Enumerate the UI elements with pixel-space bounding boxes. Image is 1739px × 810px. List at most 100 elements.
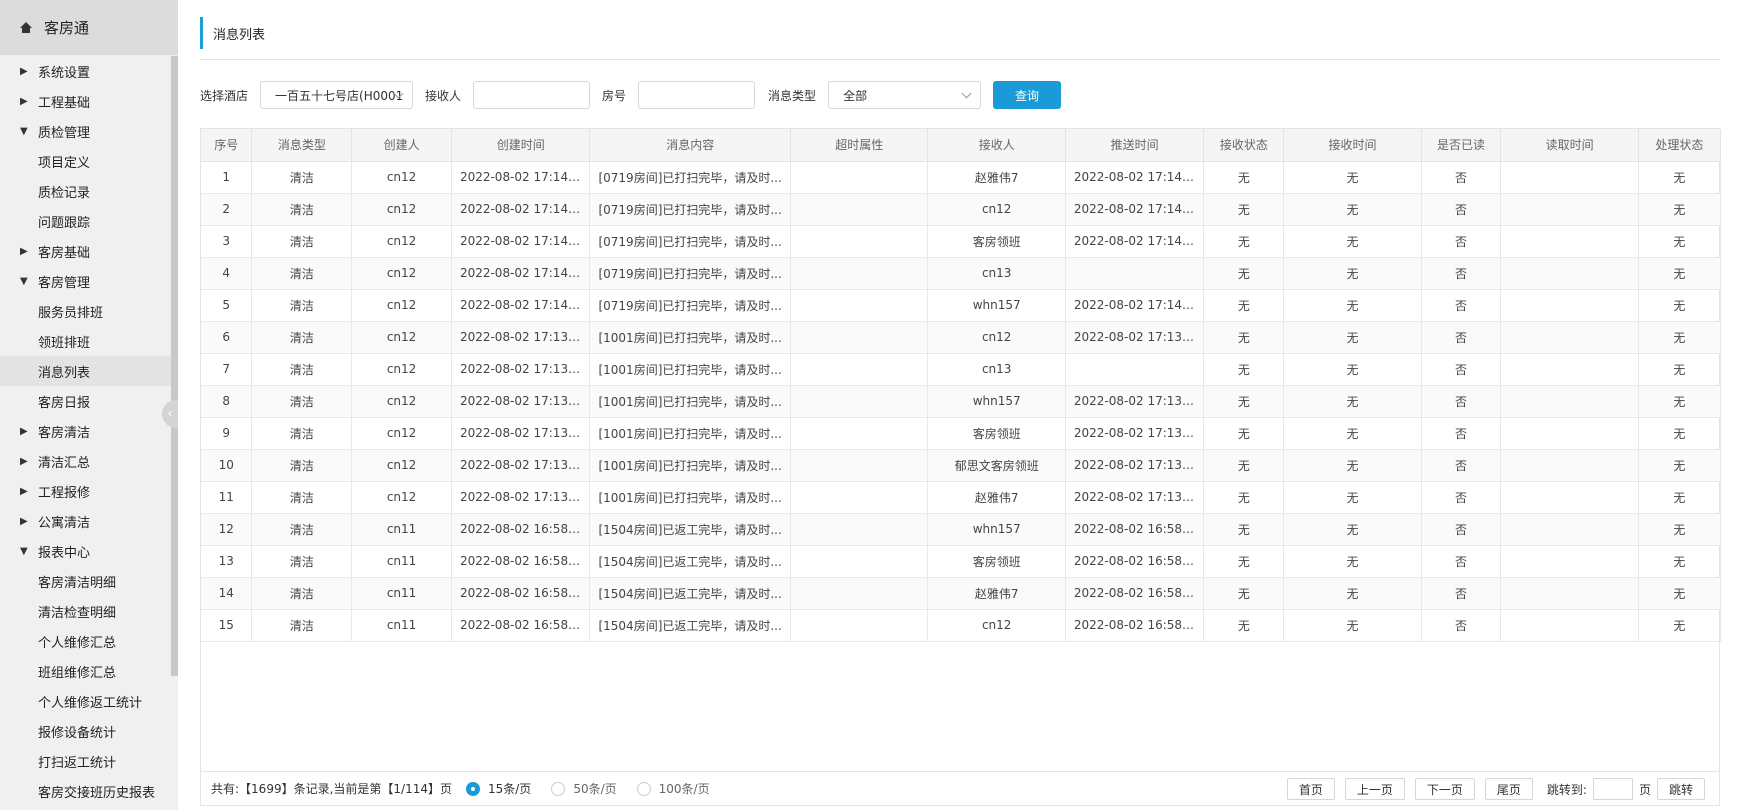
column-header[interactable]: 消息类型: [251, 129, 353, 162]
table-row[interactable]: 14 清洁 cn11 2022-08-02 16:58:... [1504房间]已返工完…: [201, 577, 1722, 610]
column-header[interactable]: 接收时间: [1283, 129, 1422, 162]
column-header[interactable]: 推送时间: [1065, 129, 1205, 162]
column-header[interactable]: 处理状态: [1638, 129, 1722, 162]
room-input[interactable]: [638, 81, 756, 109]
table-row[interactable]: 8 清洁 cn12 2022-08-02 17:13:... [1001房间]已打扫完毕…: [201, 385, 1722, 418]
sidebar-header[interactable]: 客房通: [0, 0, 178, 55]
table-cell: 否: [1421, 577, 1502, 610]
page-size-15-radio[interactable]: 15条/页: [465, 780, 531, 797]
jump-button[interactable]: 跳转: [1656, 778, 1705, 800]
sidebar-item[interactable]: 清洁检查明细: [0, 596, 172, 626]
sidebar-group-item[interactable]: ▶ 客房清洁: [0, 416, 172, 446]
page-size-50-radio[interactable]: 50条/页: [551, 780, 617, 797]
sidebar-item[interactable]: 消息列表: [0, 356, 172, 386]
last-page-button[interactable]: 尾页: [1484, 778, 1533, 800]
table-cell: [1001房间]已打扫完毕，请及时...: [589, 385, 792, 418]
table-row[interactable]: 4 清洁 cn12 2022-08-02 17:14:... [0719房间]已打扫完毕…: [201, 257, 1722, 290]
caret-down-icon: ▼: [20, 275, 28, 287]
table-row[interactable]: 13 清洁 cn11 2022-08-02 16:58:... [1504房间]已返工完…: [201, 545, 1722, 578]
table-cell: [1065, 353, 1205, 386]
page-size-100-radio[interactable]: 100条/页: [636, 780, 710, 797]
table-row[interactable]: 3 清洁 cn12 2022-08-02 17:14:... [0719房间]已打扫完毕…: [201, 225, 1722, 258]
table-cell: 2022-08-02 17:14:...: [1065, 161, 1205, 194]
column-header[interactable]: 是否已读: [1421, 129, 1502, 162]
query-button[interactable]: 查询: [993, 81, 1062, 109]
sidebar-item[interactable]: 个人维修返工统计: [0, 686, 172, 716]
table-row[interactable]: 6 清洁 cn12 2022-08-02 17:13:... [1001房间]已打扫完毕…: [201, 321, 1722, 354]
sidebar-group-item[interactable]: ▶ 工程基础: [0, 86, 172, 116]
sidebar-group-item[interactable]: ▶ 清洁汇总: [0, 446, 172, 476]
table-cell: 客房领班: [927, 545, 1066, 578]
table-row[interactable]: 7 清洁 cn12 2022-08-02 17:13:... [1001房间]已打扫完毕…: [201, 353, 1722, 386]
sidebar-scrollbar[interactable]: [171, 56, 178, 676]
table-cell: [1500, 481, 1639, 514]
sidebar-item[interactable]: 班组维修汇总: [0, 656, 172, 686]
table-row[interactable]: 5 清洁 cn12 2022-08-02 17:14:... [0719房间]已打扫完毕…: [201, 289, 1722, 322]
message-type-select[interactable]: 全部: [828, 81, 982, 109]
jump-page-input[interactable]: [1592, 778, 1633, 800]
receiver-input[interactable]: [473, 81, 591, 109]
sidebar-item[interactable]: 问题跟踪: [0, 206, 172, 236]
next-page-button[interactable]: 下一页: [1414, 778, 1475, 800]
table-cell: 无: [1283, 289, 1422, 322]
sidebar-group-item[interactable]: ▼ 质检管理: [0, 116, 172, 146]
sidebar-item[interactable]: 个人维修汇总: [0, 626, 172, 656]
table-cell: [1500, 161, 1639, 194]
column-header[interactable]: 创建时间: [451, 129, 591, 162]
sidebar-group-item[interactable]: ▶ 系统设置: [0, 56, 172, 86]
table-cell: cn11: [351, 577, 452, 610]
sidebar-item[interactable]: 打扫返工统计: [0, 746, 172, 776]
sidebar-group-item[interactable]: ▶ 公寓清洁: [0, 506, 172, 536]
table-row[interactable]: 2 清洁 cn12 2022-08-02 17:14:... [0719房间]已打扫完毕…: [201, 193, 1722, 226]
column-header[interactable]: 读取时间: [1500, 129, 1639, 162]
table-cell: [1500, 353, 1639, 386]
table-cell: 无: [1203, 481, 1285, 514]
prev-page-button[interactable]: 上一页: [1344, 778, 1405, 800]
column-header[interactable]: 序号: [201, 129, 253, 162]
table-cell: [790, 161, 929, 194]
table-cell: 2022-08-02 17:13:...: [451, 449, 591, 482]
sidebar-group-item[interactable]: ▼ 客房管理: [0, 266, 172, 296]
first-page-button[interactable]: 首页: [1286, 778, 1335, 800]
table-cell: [1504房间]已返工完毕，请及时...: [589, 609, 792, 642]
sidebar-item[interactable]: 质检记录: [0, 176, 172, 206]
sidebar-group-item[interactable]: ▼ 报表中心: [0, 536, 172, 566]
table-cell: [1500, 609, 1639, 642]
column-header[interactable]: 超时属性: [790, 129, 929, 162]
sidebar-item[interactable]: 客房清洁明细: [0, 566, 172, 596]
table-row[interactable]: 11 清洁 cn12 2022-08-02 17:13:... [1001房间]已打扫完…: [201, 481, 1722, 514]
table-cell: 无: [1638, 481, 1722, 514]
table-row[interactable]: 10 清洁 cn12 2022-08-02 17:13:... [1001房间]已打扫完…: [201, 449, 1722, 482]
home-icon: [20, 21, 32, 34]
table-cell: 2022-08-02 17:14:...: [1065, 225, 1205, 258]
sidebar-item[interactable]: 报修设备统计: [0, 716, 172, 746]
column-header[interactable]: 消息内容: [589, 129, 792, 162]
table-row[interactable]: 12 清洁 cn11 2022-08-02 16:58:... [1504房间]已返工完…: [201, 513, 1722, 546]
table-cell: 无: [1203, 225, 1285, 258]
column-header[interactable]: 创建人: [351, 129, 452, 162]
radio-unchecked-icon: [636, 781, 651, 796]
table-cell: [1500, 513, 1639, 546]
table-row[interactable]: 15 清洁 cn11 2022-08-02 16:58:... [1504房间]已返工完…: [201, 609, 1722, 642]
table-cell: 2022-08-02 16:58:...: [451, 609, 591, 642]
table-row[interactable]: 1 清洁 cn12 2022-08-02 17:14:... [0719房间]已打扫完毕…: [201, 161, 1722, 194]
hotel-select[interactable]: 一百五十七号店(H0001: [260, 81, 414, 109]
table-row[interactable]: 9 清洁 cn12 2022-08-02 17:13:... [1001房间]已打扫完毕…: [201, 417, 1722, 450]
sidebar-group-item[interactable]: ▶ 客房基础: [0, 236, 172, 266]
sidebar-item[interactable]: 领班排班: [0, 326, 172, 356]
table-cell: 否: [1421, 161, 1502, 194]
table-cell: 6: [201, 321, 253, 354]
table-cell: 清洁: [251, 385, 353, 418]
sidebar-item[interactable]: 客房日报: [0, 386, 172, 416]
sidebar-item[interactable]: 项目定义: [0, 146, 172, 176]
table-cell: cn12: [351, 385, 452, 418]
record-summary: 共有:【1699】条记录,当前是第【1/114】页: [211, 782, 452, 796]
table-cell: 无: [1638, 385, 1722, 418]
sidebar-item[interactable]: 客房交接班历史报表: [0, 776, 172, 806]
table-cell: whn157: [927, 289, 1066, 322]
table-cell: [1500, 449, 1639, 482]
sidebar-group-item[interactable]: ▶ 工程报修: [0, 476, 172, 506]
column-header[interactable]: 接收人: [927, 129, 1066, 162]
column-header[interactable]: 接收状态: [1203, 129, 1285, 162]
sidebar-item[interactable]: 服务员排班: [0, 296, 172, 326]
